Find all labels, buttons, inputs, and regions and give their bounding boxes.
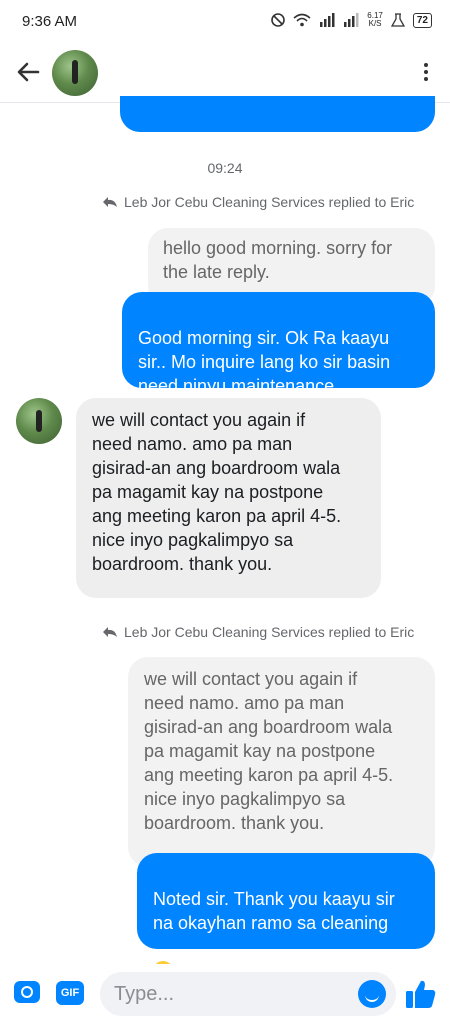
network-speed: 6.17 K/S <box>367 12 383 28</box>
status-time: 9:36 AM <box>22 13 78 30</box>
back-arrow-icon[interactable] <box>12 56 44 88</box>
more-options-icon[interactable] <box>416 60 436 86</box>
reply-note-text: Leb Jor Cebu Cleaning Services replied t… <box>124 624 415 640</box>
reply-note: Leb Jor Cebu Cleaning Services replied t… <box>102 194 414 210</box>
message-input[interactable] <box>100 972 396 1016</box>
signal-icon <box>320 13 335 27</box>
reply-note-text: Leb Jor Cebu Cleaning Services replied t… <box>124 194 415 210</box>
lab-flask-icon <box>390 13 405 27</box>
reply-arrow-icon <box>103 197 117 207</box>
message-composer: GIF <box>0 964 450 1024</box>
wifi-icon <box>293 13 311 27</box>
speed-unit: K/S <box>368 19 382 28</box>
sender-avatar[interactable] <box>16 398 62 444</box>
battery-icon: 72 <box>412 12 432 28</box>
quoted-message[interactable]: we will contact you again if need namo. … <box>128 657 435 867</box>
do-not-disturb-icon <box>271 13 286 27</box>
outgoing-message[interactable]: Noted sir. Thank you kaayu sir na okayha… <box>137 853 435 981</box>
status-icons: 6.17 K/S 72 <box>271 12 432 28</box>
time-separator: 09:24 <box>207 160 243 176</box>
emoji-icon[interactable] <box>358 980 386 1008</box>
message-bubble-clipped <box>120 96 435 132</box>
signal-icon-2 <box>344 13 359 27</box>
outgoing-message[interactable]: Good morning sir. Ok Ra kaayu sir.. Mo i… <box>122 292 435 420</box>
outgoing-message-text: Good morning sir. Ok Ra kaayu sir.. Mo i… <box>138 328 391 396</box>
conversation-header <box>0 42 450 103</box>
gif-button[interactable]: GIF <box>56 981 84 1005</box>
thumbs-up-icon[interactable] <box>404 978 438 1010</box>
status-bar: 9:36 AM 6.17 K/S 72 <box>0 0 450 42</box>
incoming-message[interactable]: we will contact you again if need namo. … <box>76 398 381 598</box>
contact-avatar[interactable] <box>52 50 98 96</box>
outgoing-message-text: Noted sir. Thank you kaayu sir na okayha… <box>153 889 395 933</box>
reply-arrow-icon <box>103 627 117 637</box>
camera-icon[interactable] <box>14 981 40 1003</box>
reply-note: Leb Jor Cebu Cleaning Services replied t… <box>102 624 414 640</box>
